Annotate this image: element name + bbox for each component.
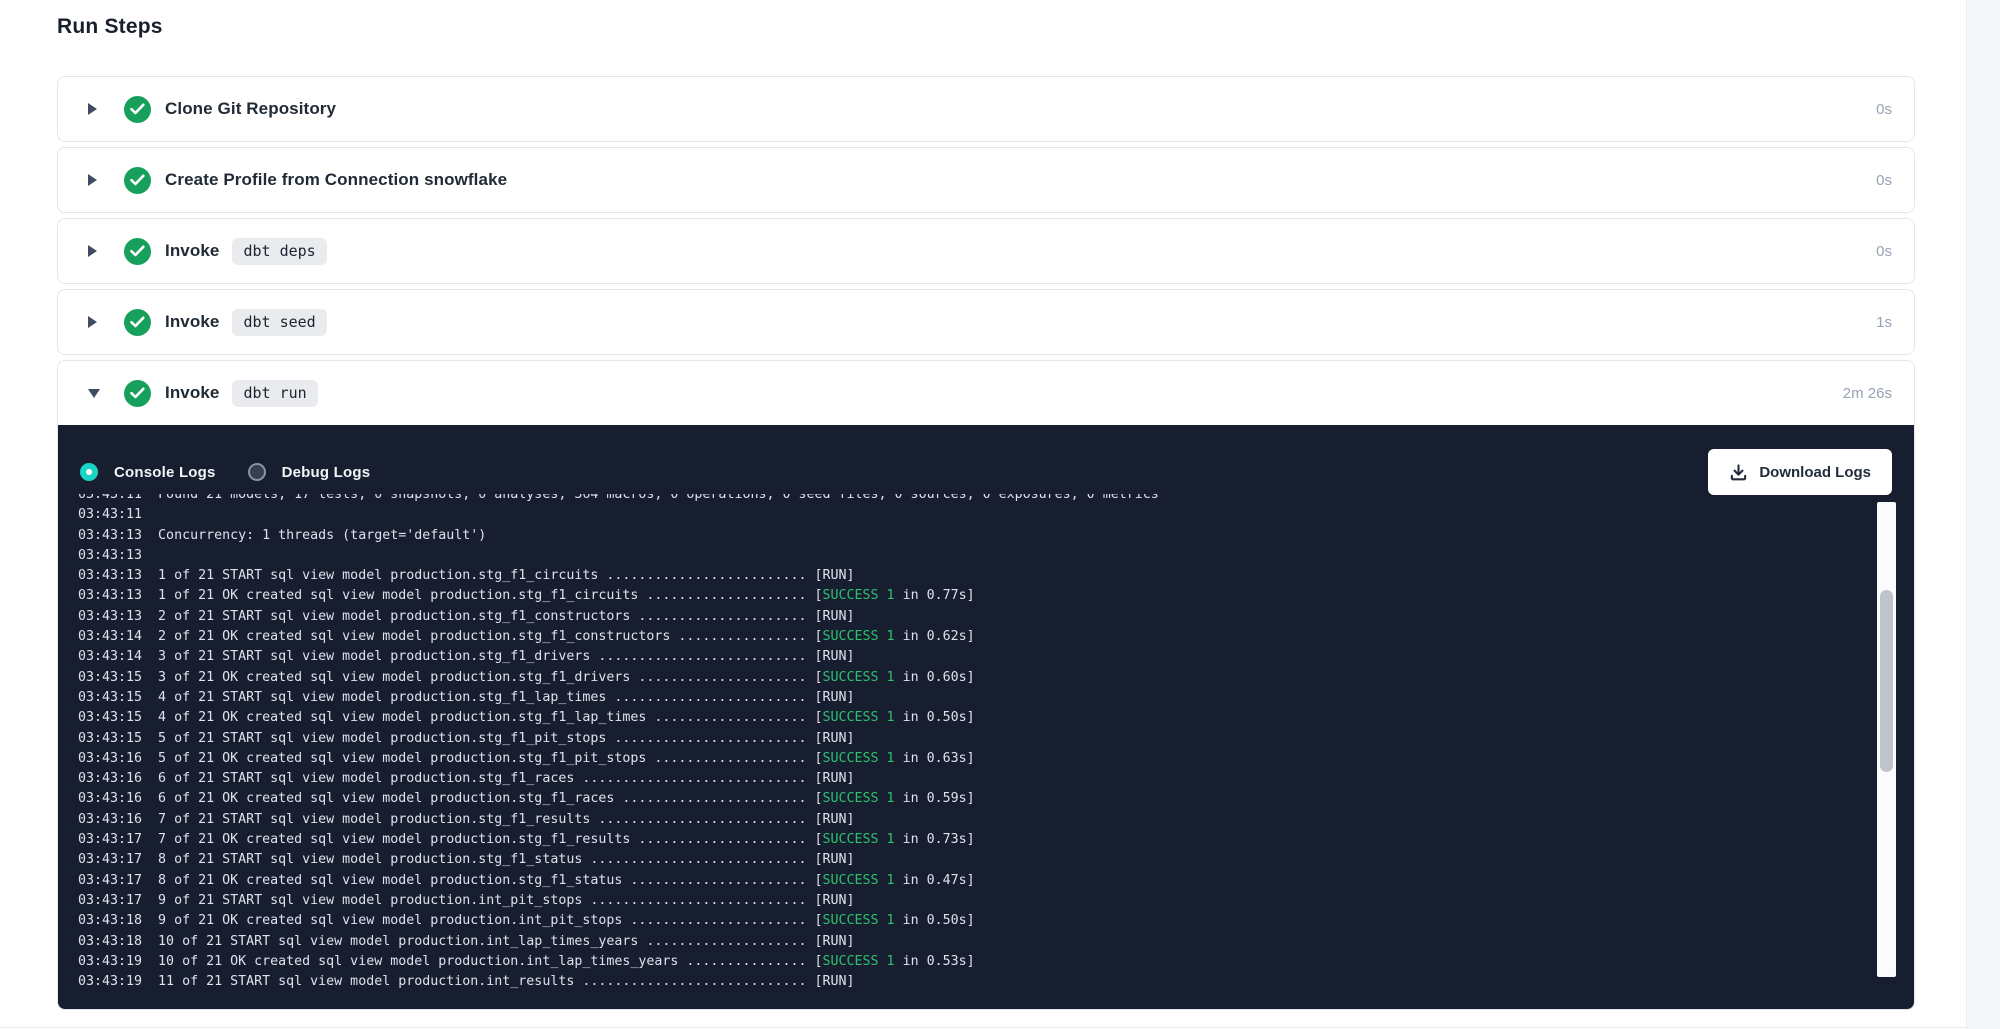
run-step: Invoke dbt seed 1s: [57, 289, 1915, 355]
step-header[interactable]: Invoke dbt deps 0s: [58, 219, 1914, 283]
step-duration: 0s: [1876, 101, 1892, 118]
log-line: 03:43:13: [78, 546, 1914, 566]
log-lines: 03:43:11 Found 21 models, 17 tests, 0 sn…: [58, 494, 1914, 992]
log-success-text: SUCCESS 1: [823, 629, 895, 644]
console-toolbar: Console Logs Debug Logs Download Logs: [80, 449, 1892, 495]
chevron-right-icon[interactable]: [88, 316, 102, 328]
log-line: 03:43:17 8 of 21 START sql view model pr…: [78, 850, 1914, 870]
step-duration: 0s: [1876, 243, 1892, 260]
log-line: 03:43:16 6 of 21 START sql view model pr…: [78, 769, 1914, 789]
console-panel: Console Logs Debug Logs Download Logs 03:43…: [58, 425, 1914, 1009]
radio-unselected-icon[interactable]: [248, 463, 266, 481]
step-header[interactable]: Invoke dbt run 2m 26s: [58, 361, 1914, 425]
step-duration: 1s: [1876, 314, 1892, 331]
step-header[interactable]: Invoke dbt seed 1s: [58, 290, 1914, 354]
log-success-text: SUCCESS 1: [823, 710, 895, 725]
success-check-icon: [124, 96, 151, 123]
log-success-text: SUCCESS 1: [823, 913, 895, 928]
run-step: Clone Git Repository 0s: [57, 76, 1915, 142]
step-command-badge: dbt seed: [232, 309, 326, 336]
log-scrollbar-thumb[interactable]: [1880, 590, 1893, 772]
log-line: 03:43:11 Found 21 models, 17 tests, 0 sn…: [78, 494, 1914, 505]
log-line: 03:43:16 5 of 21 OK created sql view mod…: [78, 749, 1914, 769]
step-duration: 2m 26s: [1843, 385, 1892, 402]
log-line: 03:43:17 8 of 21 OK created sql view mod…: [78, 871, 1914, 891]
page-title: Run Steps: [57, 13, 1915, 40]
success-check-icon: [124, 309, 151, 336]
log-line: 03:43:19 10 of 21 OK created sql view mo…: [78, 952, 1914, 972]
step-label: Clone Git Repository: [165, 99, 336, 119]
log-line: 03:43:15 3 of 21 OK created sql view mod…: [78, 668, 1914, 688]
step-label: Invoke: [165, 383, 219, 403]
run-step: Create Profile from Connection snowflake…: [57, 147, 1915, 213]
log-line: 03:43:15 4 of 21 START sql view model pr…: [78, 688, 1914, 708]
step-header[interactable]: Create Profile from Connection snowflake…: [58, 148, 1914, 212]
success-check-icon: [124, 238, 151, 265]
log-line: 03:43:18 10 of 21 START sql view model p…: [78, 932, 1914, 952]
success-check-icon: [124, 167, 151, 194]
log-line: 03:43:15 5 of 21 START sql view model pr…: [78, 729, 1914, 749]
log-line: 03:43:14 3 of 21 START sql view model pr…: [78, 647, 1914, 667]
step-command-badge: dbt run: [232, 380, 317, 407]
run-steps-page: Run Steps Clone Git Repository0sCreate P…: [57, 0, 1915, 1015]
radio-label: Debug Logs: [282, 464, 371, 481]
chevron-right-icon[interactable]: [88, 103, 102, 115]
log-line: 03:43:16 7 of 21 START sql view model pr…: [78, 810, 1914, 830]
log-line: 03:43:17 7 of 21 OK created sql view mod…: [78, 830, 1914, 850]
log-success-text: SUCCESS 1: [823, 588, 895, 603]
download-logs-label: Download Logs: [1759, 464, 1871, 481]
run-steps-list: Clone Git Repository0sCreate Profile fro…: [57, 76, 1915, 1010]
log-line: 03:43:16 6 of 21 OK created sql view mod…: [78, 789, 1914, 809]
log-line: 03:43:19 11 of 21 START sql view model p…: [78, 972, 1914, 992]
chevron-right-icon[interactable]: [88, 245, 102, 257]
log-line: 03:43:11: [78, 505, 1914, 525]
radio-selected-icon[interactable]: [80, 463, 98, 481]
log-scrollbar[interactable]: [1877, 502, 1896, 977]
log-line: 03:43:15 4 of 21 OK created sql view mod…: [78, 708, 1914, 728]
log-line: 03:43:13 Concurrency: 1 threads (target=…: [78, 526, 1914, 546]
step-label: Invoke: [165, 241, 219, 261]
log-line: 03:43:18 9 of 21 OK created sql view mod…: [78, 911, 1914, 931]
chevron-down-icon[interactable]: [88, 389, 102, 398]
download-logs-button[interactable]: Download Logs: [1708, 449, 1892, 495]
log-success-text: SUCCESS 1: [823, 954, 895, 969]
step-command-badge: dbt deps: [232, 238, 326, 265]
radio-label: Console Logs: [114, 464, 216, 481]
step-header[interactable]: Clone Git Repository 0s: [58, 77, 1914, 141]
run-step: Invoke dbt run 2m 26s Console Logs Debug Log…: [57, 360, 1915, 1010]
right-gutter: [1966, 0, 2000, 1029]
step-label: Create Profile from Connection snowflake: [165, 170, 507, 190]
log-line: 03:43:13 1 of 21 START sql view model pr…: [78, 566, 1914, 586]
log-success-text: SUCCESS 1: [823, 791, 895, 806]
step-label: Invoke: [165, 312, 219, 332]
log-success-text: SUCCESS 1: [823, 832, 895, 847]
console-logs-radio[interactable]: Console Logs: [80, 463, 216, 481]
success-check-icon: [124, 380, 151, 407]
run-step: Invoke dbt deps 0s: [57, 218, 1915, 284]
log-line: 03:43:14 2 of 21 OK created sql view mod…: [78, 627, 1914, 647]
log-success-text: SUCCESS 1: [823, 670, 895, 685]
download-icon: [1729, 463, 1748, 482]
step-duration: 0s: [1876, 172, 1892, 189]
log-line: 03:43:13 2 of 21 START sql view model pr…: [78, 607, 1914, 627]
console-log-output[interactable]: 03:43:11 Found 21 models, 17 tests, 0 sn…: [58, 494, 1914, 1009]
chevron-right-icon[interactable]: [88, 174, 102, 186]
debug-logs-radio[interactable]: Debug Logs: [248, 463, 371, 481]
log-success-text: SUCCESS 1: [823, 751, 895, 766]
log-success-text: SUCCESS 1: [823, 873, 895, 888]
log-line: 03:43:13 1 of 21 OK created sql view mod…: [78, 586, 1914, 606]
log-line: 03:43:17 9 of 21 START sql view model pr…: [78, 891, 1914, 911]
bottom-divider: [0, 1027, 1966, 1028]
